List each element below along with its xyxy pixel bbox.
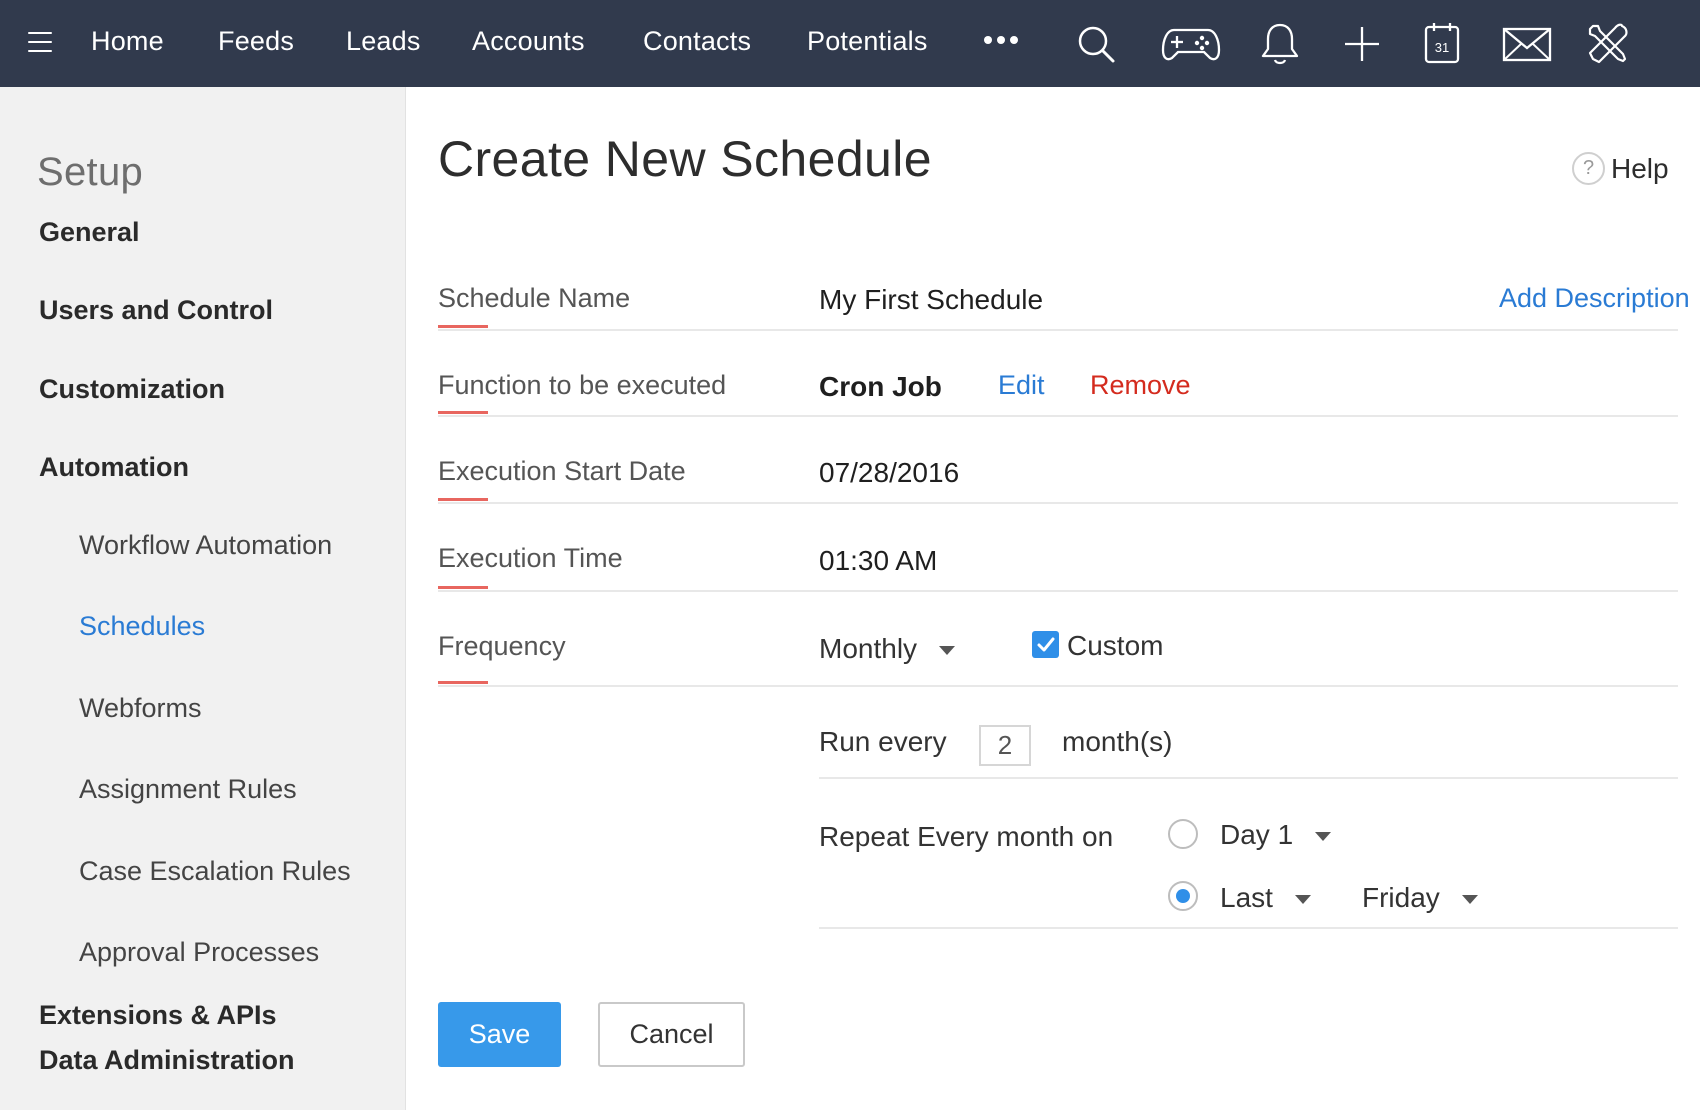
sidebar-item-webforms[interactable]: Webforms — [79, 693, 202, 724]
weekday-select[interactable]: Friday — [1362, 882, 1478, 914]
sidebar-item-workflow-automation[interactable]: Workflow Automation — [79, 530, 332, 561]
row-divider — [438, 685, 1678, 687]
run-every-input[interactable] — [979, 725, 1031, 766]
row-divider — [438, 329, 1678, 331]
function-value: Cron Job — [819, 371, 942, 402]
row-divider — [438, 502, 1678, 504]
repeat-label: Repeat Every month on — [819, 821, 1114, 852]
label-underline — [438, 681, 488, 684]
remove-function-link[interactable]: Remove — [1090, 370, 1191, 401]
custom-checkbox-label: Custom — [1067, 630, 1164, 661]
menu-icon[interactable] — [28, 32, 52, 52]
row-divider — [438, 415, 1678, 417]
sidebar-item-general[interactable]: General — [39, 217, 140, 248]
run-every-prefix: Run every — [819, 726, 947, 757]
save-button[interactable]: Save — [438, 1002, 561, 1067]
help-icon: ? — [1572, 152, 1605, 185]
gamepad-icon[interactable] — [1160, 18, 1222, 70]
sidebar-item-data-administration[interactable]: Data Administration — [39, 1045, 295, 1076]
frequency-label: Frequency — [438, 631, 566, 661]
calendar-icon[interactable]: 31 — [1416, 18, 1468, 70]
chevron-down-icon — [1294, 895, 1311, 905]
row-divider — [438, 590, 1678, 592]
sidebar-item-approval-processes[interactable]: Approval Processes — [79, 937, 319, 968]
mail-icon[interactable] — [1499, 18, 1555, 70]
nav-feeds[interactable]: Feeds — [218, 26, 294, 57]
start-date-label: Execution Start Date — [438, 456, 686, 486]
week-position-value: Last — [1220, 882, 1273, 913]
chevron-down-icon — [1461, 895, 1478, 905]
top-navigation-bar: Home Feeds Leads Accounts Contacts Poten… — [0, 0, 1700, 87]
row-divider — [819, 927, 1678, 929]
execution-time-field[interactable]: 01:30 AM — [819, 545, 937, 577]
weekday-value: Friday — [1362, 882, 1440, 913]
schedule-name-field[interactable]: My First Schedule — [819, 284, 1043, 316]
nav-potentials[interactable]: Potentials — [807, 26, 928, 57]
svg-text:31: 31 — [1435, 40, 1449, 55]
frequency-select[interactable]: Monthly — [819, 633, 956, 665]
page-title: Create New Schedule — [438, 131, 932, 187]
label-underline — [438, 411, 488, 414]
sidebar-item-extensions-apis[interactable]: Extensions & APIs — [39, 1000, 277, 1031]
function-label: Function to be executed — [438, 370, 727, 400]
chevron-down-icon — [939, 646, 956, 656]
more-icon[interactable] — [984, 36, 1020, 46]
tools-icon[interactable] — [1582, 18, 1634, 70]
nav-leads[interactable]: Leads — [346, 26, 421, 57]
label-underline — [438, 325, 488, 328]
edit-function-link[interactable]: Edit — [998, 370, 1045, 401]
row-divider — [819, 777, 1678, 779]
help-link[interactable]: ? Help — [1572, 152, 1669, 192]
nav-home[interactable]: Home — [91, 26, 164, 57]
day-select[interactable]: Day 1 — [1220, 819, 1332, 851]
chevron-down-icon — [1315, 832, 1332, 842]
radio-day-option[interactable] — [1168, 819, 1198, 849]
bell-icon[interactable] — [1254, 18, 1306, 70]
sidebar-item-schedules[interactable]: Schedules — [79, 611, 205, 642]
setup-sidebar: Setup General Users and Control Customiz… — [0, 87, 406, 1110]
sidebar-item-case-escalation-rules[interactable]: Case Escalation Rules — [79, 856, 351, 887]
run-every-suffix: month(s) — [1062, 726, 1173, 757]
sidebar-item-users-and-control[interactable]: Users and Control — [39, 295, 273, 326]
help-label: Help — [1611, 152, 1669, 184]
sidebar-title: Setup — [37, 150, 144, 194]
sidebar-item-customization[interactable]: Customization — [39, 374, 225, 405]
cancel-button[interactable]: Cancel — [598, 1002, 745, 1067]
label-underline — [438, 498, 488, 501]
nav-contacts[interactable]: Contacts — [643, 26, 751, 57]
plus-icon[interactable] — [1336, 18, 1388, 70]
execution-time-label: Execution Time — [438, 543, 623, 573]
nav-accounts[interactable]: Accounts — [472, 26, 585, 57]
sidebar-item-automation[interactable]: Automation — [39, 452, 189, 483]
custom-checkbox[interactable] — [1032, 631, 1059, 658]
add-description-link[interactable]: Add Description — [1499, 283, 1690, 314]
frequency-select-value: Monthly — [819, 633, 918, 664]
week-position-select[interactable]: Last — [1220, 882, 1311, 914]
search-icon[interactable] — [1070, 18, 1122, 70]
day-select-value: Day 1 — [1220, 819, 1294, 850]
start-date-field[interactable]: 07/28/2016 — [819, 457, 959, 489]
sidebar-item-assignment-rules[interactable]: Assignment Rules — [79, 774, 297, 805]
radio-last-option[interactable] — [1168, 881, 1198, 911]
schedule-name-label: Schedule Name — [438, 283, 631, 313]
label-underline — [438, 586, 488, 589]
